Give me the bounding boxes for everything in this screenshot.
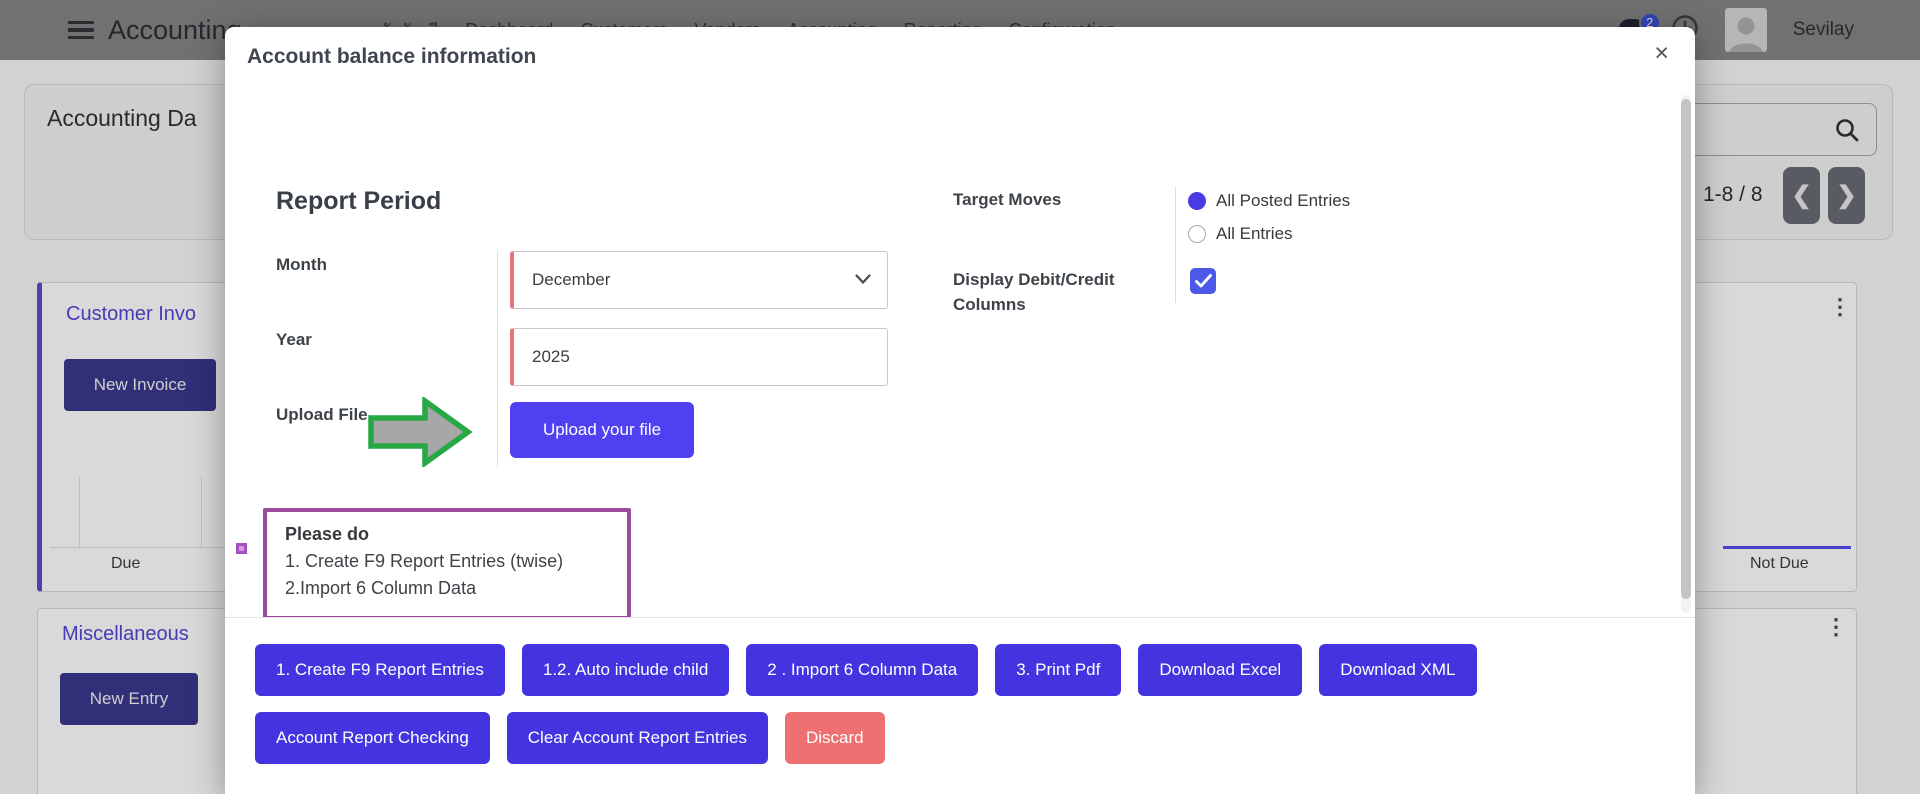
- footer-button-row-1: 1. Create F9 Report Entries 1.2. Auto in…: [255, 644, 1665, 696]
- modal-scrollbar-thumb[interactable]: [1681, 99, 1691, 599]
- radio-all-posted-entries[interactable]: All Posted Entries: [1188, 191, 1350, 211]
- year-label: Year: [276, 330, 312, 350]
- form-divider: [497, 251, 498, 467]
- form-divider: [1175, 187, 1176, 303]
- report-period-heading: Report Period: [276, 187, 441, 216]
- upload-file-label: Upload File: [276, 405, 368, 425]
- please-do-notice: Please do 1. Create F9 Report Entries (t…: [263, 508, 631, 620]
- print-pdf-button[interactable]: 3. Print Pdf: [995, 644, 1121, 696]
- month-label: Month: [276, 255, 327, 275]
- modal-footer: 1. Create F9 Report Entries 1.2. Auto in…: [225, 617, 1695, 790]
- screen: Accounting แผนผังบัญชี Dashboard Custome…: [0, 0, 1920, 794]
- month-select[interactable]: December: [510, 251, 888, 309]
- clear-account-report-entries-button[interactable]: Clear Account Report Entries: [507, 712, 768, 764]
- notice-title: Please do: [285, 524, 609, 545]
- modal-body: Report Period Month December Year Upload…: [225, 27, 1695, 617]
- radio-unselected-icon: [1188, 225, 1206, 243]
- list-bullet-icon: [236, 543, 247, 554]
- upload-your-file-button[interactable]: Upload your file: [510, 402, 694, 458]
- radio-label: All Posted Entries: [1216, 191, 1350, 211]
- upload-arrow-annotation: [368, 397, 472, 467]
- notice-line: 2.Import 6 Column Data: [285, 575, 609, 602]
- chevron-down-icon: [855, 274, 871, 285]
- modal-scrollbar-track: [1681, 95, 1691, 613]
- year-input[interactable]: [510, 328, 888, 386]
- discard-button[interactable]: Discard: [785, 712, 885, 764]
- account-balance-modal: Account balance information × Report Per…: [225, 27, 1695, 794]
- target-moves-label: Target Moves: [953, 190, 1061, 210]
- month-value: December: [532, 270, 610, 290]
- download-xml-button[interactable]: Download XML: [1319, 644, 1476, 696]
- display-debit-credit-checkbox[interactable]: [1190, 268, 1216, 294]
- download-excel-button[interactable]: Download Excel: [1138, 644, 1302, 696]
- import-6-column-data-button[interactable]: 2 . Import 6 Column Data: [746, 644, 978, 696]
- radio-selected-icon: [1188, 192, 1206, 210]
- radio-all-entries[interactable]: All Entries: [1188, 224, 1293, 244]
- display-debit-credit-label: Display Debit/Credit Columns: [953, 267, 1148, 317]
- footer-button-row-2: Account Report Checking Clear Account Re…: [255, 712, 1665, 764]
- check-icon: [1195, 274, 1212, 288]
- radio-label: All Entries: [1216, 224, 1293, 244]
- notice-line: 1. Create F9 Report Entries (twise): [285, 548, 609, 575]
- account-report-checking-button[interactable]: Account Report Checking: [255, 712, 490, 764]
- auto-include-child-button[interactable]: 1.2. Auto include child: [522, 644, 729, 696]
- create-f9-report-entries-button[interactable]: 1. Create F9 Report Entries: [255, 644, 505, 696]
